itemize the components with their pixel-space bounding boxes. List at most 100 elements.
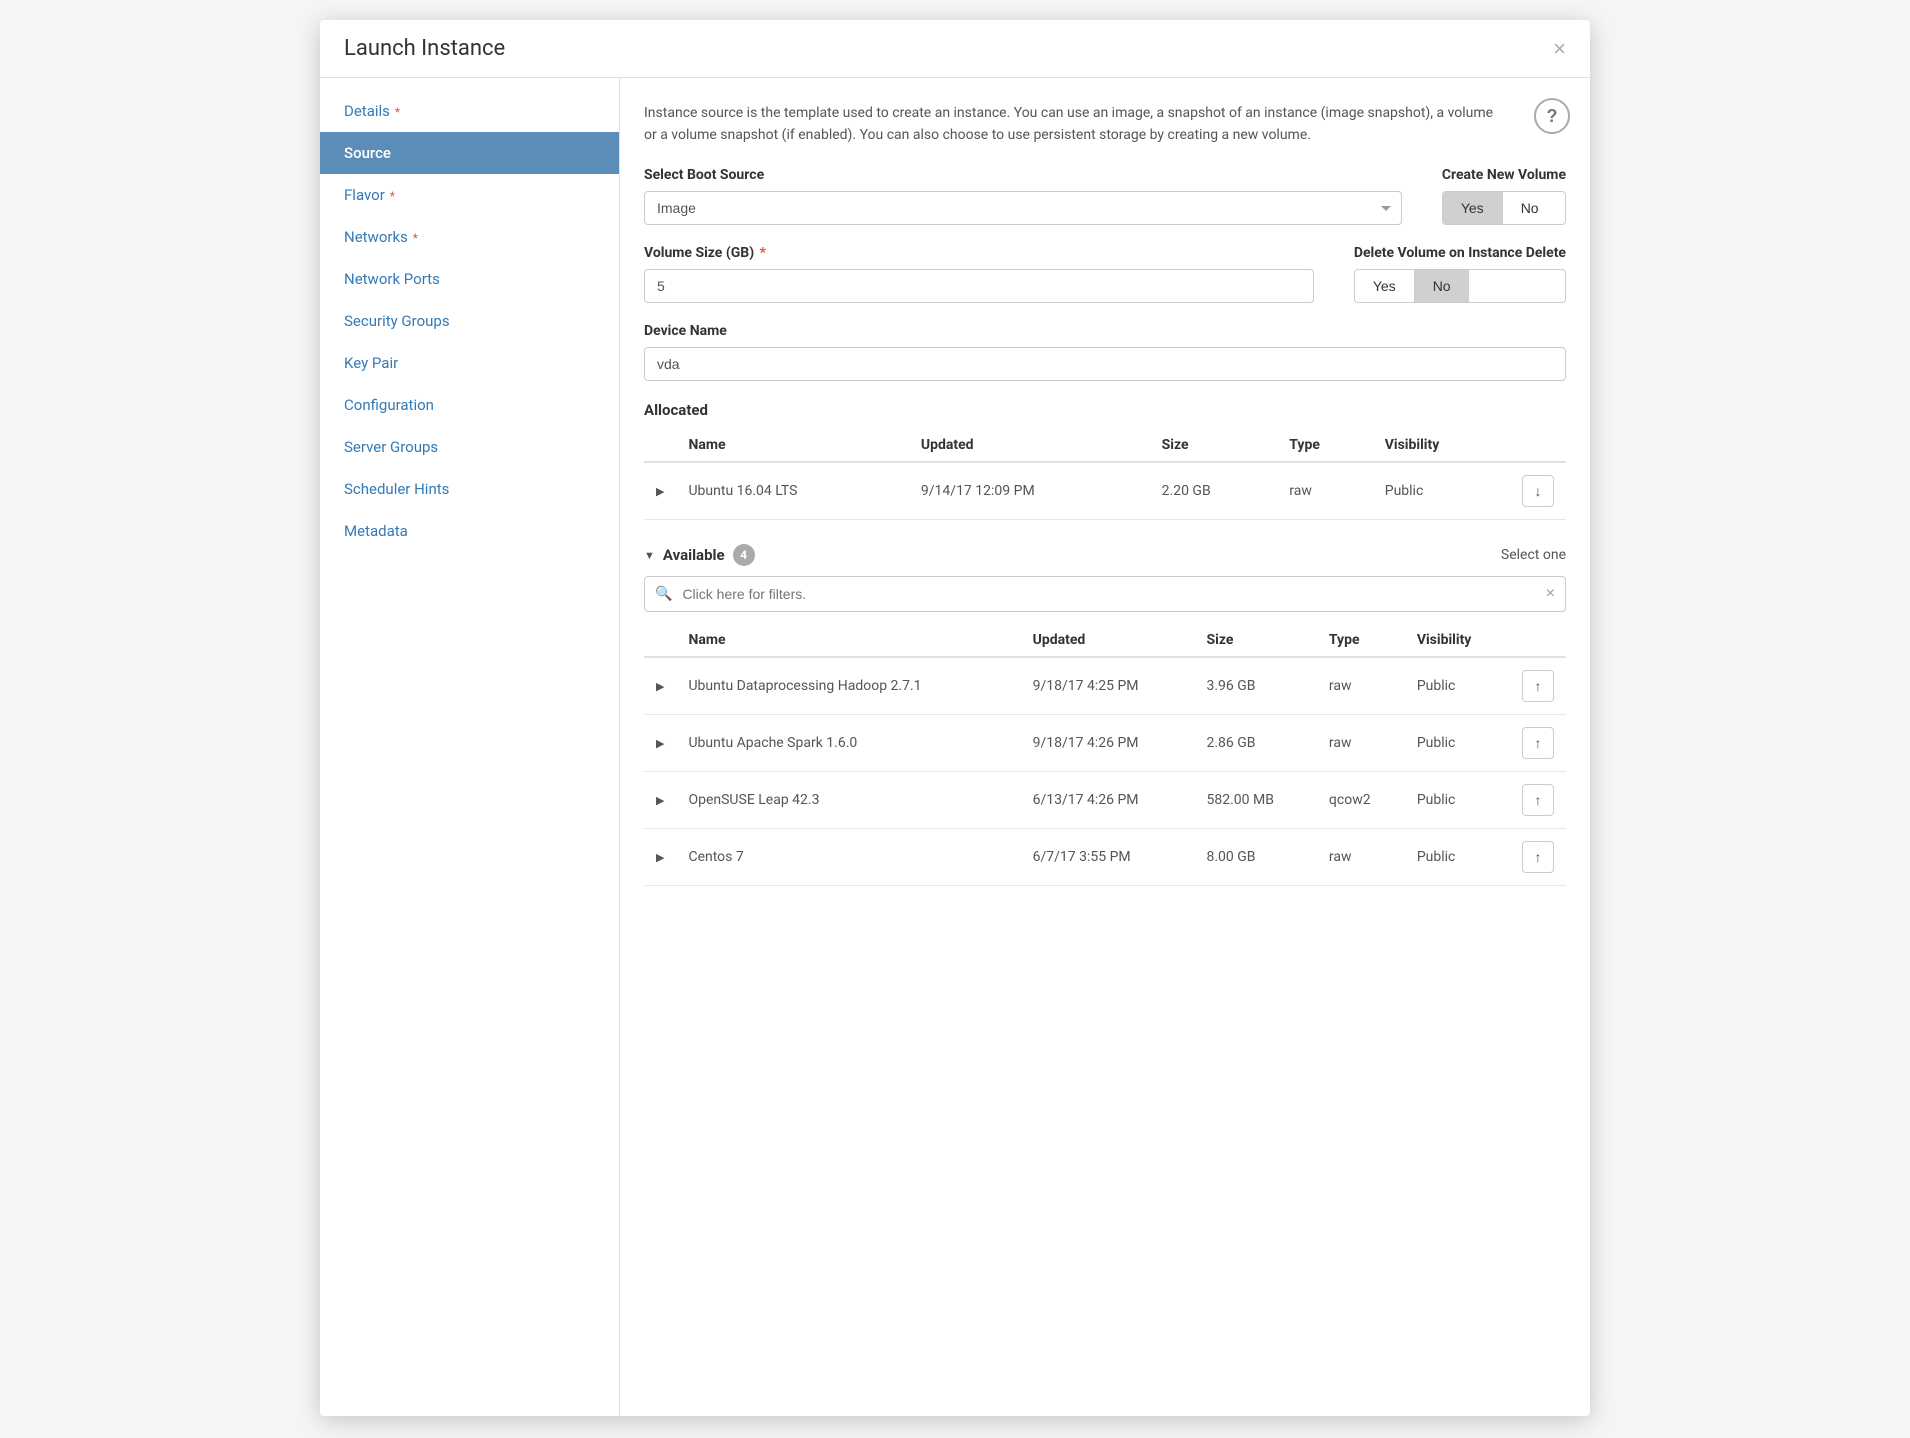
sidebar-item-source[interactable]: Source bbox=[320, 132, 619, 174]
chevron-down-icon bbox=[644, 547, 655, 562]
sidebar-item-security-groups[interactable]: Security Groups bbox=[320, 300, 619, 342]
volume-size-row: Volume Size (GB) * Delete Volume on Inst… bbox=[644, 245, 1566, 303]
move-up-button[interactable] bbox=[1522, 727, 1554, 759]
delete-volume-label: Delete Volume on Instance Delete bbox=[1354, 245, 1566, 261]
sidebar-item-metadata[interactable]: Metadata bbox=[320, 510, 619, 552]
updated-cell: 6/13/17 4:26 PM bbox=[1021, 771, 1195, 828]
type-cell: raw bbox=[1317, 657, 1405, 715]
col-updated-avail: Updated bbox=[1021, 624, 1195, 657]
modal-header: Launch Instance × bbox=[320, 20, 1590, 78]
search-icon: 🔍 bbox=[645, 578, 682, 610]
sidebar-item-server-groups[interactable]: Server Groups bbox=[320, 426, 619, 468]
action-cell bbox=[1510, 714, 1566, 771]
updated-cell: 6/7/17 3:55 PM bbox=[1021, 828, 1195, 885]
allocated-header: Allocated bbox=[644, 401, 1566, 419]
delete-volume-group: Delete Volume on Instance Delete Yes No bbox=[1354, 245, 1566, 303]
sidebar-item-network-ports[interactable]: Network Ports bbox=[320, 258, 619, 300]
expand-cell bbox=[644, 657, 676, 715]
required-indicator: * bbox=[387, 189, 395, 203]
volume-size-label: Volume Size (GB) * bbox=[644, 245, 1314, 261]
required-indicator: * bbox=[392, 105, 400, 119]
create-volume-no[interactable]: No bbox=[1502, 192, 1557, 224]
table-row: Ubuntu Dataprocessing Hadoop 2.7.1 9/18/… bbox=[644, 657, 1566, 715]
move-up-button[interactable] bbox=[1522, 784, 1554, 816]
sidebar-item-key-pair[interactable]: Key Pair bbox=[320, 342, 619, 384]
launch-instance-modal: Launch Instance × Details *SourceFlavor … bbox=[320, 20, 1590, 1416]
sidebar-item-scheduler-hints[interactable]: Scheduler Hints bbox=[320, 468, 619, 510]
col-action-avail bbox=[1510, 624, 1566, 657]
name-cell: OpenSUSE Leap 42.3 bbox=[676, 771, 1020, 828]
table-row: Ubuntu Apache Spark 1.6.0 9/18/17 4:26 P… bbox=[644, 714, 1566, 771]
name-cell: Ubuntu Apache Spark 1.6.0 bbox=[676, 714, 1020, 771]
row-expand-btn[interactable] bbox=[656, 849, 664, 864]
col-size-avail: Size bbox=[1195, 624, 1317, 657]
help-button[interactable]: ? bbox=[1534, 98, 1570, 134]
delete-volume-no[interactable]: No bbox=[1414, 270, 1469, 302]
available-collapse-btn[interactable] bbox=[644, 547, 655, 562]
visibility-cell: Public bbox=[1373, 462, 1510, 520]
allocated-table: Name Updated Size Type Visibility Ubuntu… bbox=[644, 429, 1566, 520]
type-cell: raw bbox=[1317, 828, 1405, 885]
delete-volume-yes[interactable]: Yes bbox=[1355, 270, 1414, 302]
chevron-right-icon bbox=[656, 483, 664, 498]
action-cell bbox=[1510, 828, 1566, 885]
action-cell bbox=[1510, 657, 1566, 715]
filter-input[interactable] bbox=[682, 578, 1535, 610]
arrow-up-icon bbox=[1535, 678, 1542, 694]
name-cell: Centos 7 bbox=[676, 828, 1020, 885]
available-section: Available 4 Select one 🔍 × Name bbox=[644, 544, 1566, 886]
visibility-cell: Public bbox=[1405, 828, 1510, 885]
col-visibility-alloc: Visibility bbox=[1373, 429, 1510, 462]
available-table-header: Name Updated Size Type Visibility bbox=[644, 624, 1566, 657]
expand-cell bbox=[644, 828, 676, 885]
sidebar-item-networks[interactable]: Networks * bbox=[320, 216, 619, 258]
chevron-right-icon bbox=[656, 735, 664, 750]
size-cell: 2.86 GB bbox=[1195, 714, 1317, 771]
visibility-cell: Public bbox=[1405, 657, 1510, 715]
filter-clear-button[interactable]: × bbox=[1536, 577, 1565, 611]
row-expand-btn[interactable] bbox=[656, 483, 664, 498]
create-volume-yes[interactable]: Yes bbox=[1443, 192, 1502, 224]
boot-source-group: Select Boot Source Image Snapshot Volume… bbox=[644, 167, 1402, 225]
device-name-label: Device Name bbox=[644, 323, 1566, 339]
name-cell: Ubuntu 16.04 LTS bbox=[676, 462, 908, 520]
size-cell: 582.00 MB bbox=[1195, 771, 1317, 828]
close-button[interactable]: × bbox=[1553, 38, 1566, 60]
device-name-input[interactable] bbox=[644, 347, 1566, 381]
action-cell bbox=[1510, 462, 1566, 520]
boot-source-select[interactable]: Image Snapshot Volume Volume Snapshot bbox=[644, 191, 1402, 225]
move-down-button[interactable] bbox=[1522, 475, 1554, 507]
size-cell: 2.20 GB bbox=[1150, 462, 1278, 520]
updated-cell: 9/14/17 12:09 PM bbox=[909, 462, 1150, 520]
boot-source-row: Select Boot Source Image Snapshot Volume… bbox=[644, 167, 1566, 225]
col-type-alloc: Type bbox=[1277, 429, 1372, 462]
move-up-button[interactable] bbox=[1522, 841, 1554, 873]
volume-size-input[interactable] bbox=[644, 269, 1314, 303]
modal-body: Details *SourceFlavor *Networks *Network… bbox=[320, 78, 1590, 1416]
filter-row: 🔍 × bbox=[644, 576, 1566, 612]
expand-cell bbox=[644, 771, 676, 828]
allocated-table-header: Name Updated Size Type Visibility bbox=[644, 429, 1566, 462]
action-cell bbox=[1510, 771, 1566, 828]
row-expand-btn[interactable] bbox=[656, 792, 664, 807]
arrow-down-icon bbox=[1535, 483, 1542, 499]
updated-cell: 9/18/17 4:25 PM bbox=[1021, 657, 1195, 715]
select-one-hint: Select one bbox=[1501, 547, 1566, 563]
col-expand bbox=[644, 429, 676, 462]
main-content: ? Instance source is the template used t… bbox=[620, 78, 1590, 1416]
volume-size-group: Volume Size (GB) * bbox=[644, 245, 1314, 303]
sidebar-item-configuration[interactable]: Configuration bbox=[320, 384, 619, 426]
move-up-button[interactable] bbox=[1522, 670, 1554, 702]
sidebar-item-flavor[interactable]: Flavor * bbox=[320, 174, 619, 216]
boot-source-label: Select Boot Source bbox=[644, 167, 1402, 183]
chevron-right-icon bbox=[656, 792, 664, 807]
row-expand-btn[interactable] bbox=[656, 678, 664, 693]
row-expand-btn[interactable] bbox=[656, 735, 664, 750]
col-action-alloc bbox=[1510, 429, 1566, 462]
chevron-right-icon bbox=[656, 678, 664, 693]
arrow-up-icon bbox=[1535, 735, 1542, 751]
available-count-badge: 4 bbox=[733, 544, 755, 566]
table-row: OpenSUSE Leap 42.3 6/13/17 4:26 PM 582.0… bbox=[644, 771, 1566, 828]
sidebar-item-details[interactable]: Details * bbox=[320, 90, 619, 132]
available-header: Available 4 Select one bbox=[644, 544, 1566, 566]
